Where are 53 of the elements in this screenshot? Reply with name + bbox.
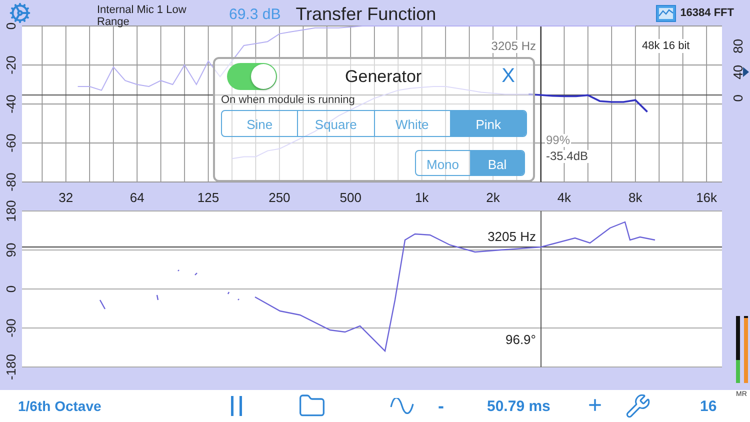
averages-count[interactable]: 16 bbox=[700, 398, 717, 414]
minus-button[interactable]: - bbox=[438, 396, 444, 416]
plus-button[interactable]: + bbox=[588, 392, 602, 420]
settings-icon[interactable] bbox=[625, 393, 651, 419]
y-axis-label: 40 bbox=[730, 64, 746, 80]
pause-icon[interactable] bbox=[230, 396, 243, 416]
fft-size[interactable]: 16384 FFT bbox=[680, 7, 734, 19]
y-axis-label: 0 bbox=[4, 22, 18, 30]
frequency-readout: 3205 Hz bbox=[486, 230, 537, 244]
y-axis-label: 180 bbox=[4, 200, 18, 222]
dialog-title: Generator bbox=[344, 66, 423, 86]
x-axis-label: 250 bbox=[268, 190, 290, 205]
x-axis-label: 500 bbox=[340, 190, 362, 205]
window-title: Transfer Function bbox=[296, 4, 436, 25]
y-axis-label: -40 bbox=[4, 94, 18, 114]
signal-segment[interactable]: Sine bbox=[222, 111, 298, 136]
marker-icon[interactable] bbox=[743, 67, 749, 77]
toggle-hint: On when module is running bbox=[221, 94, 356, 106]
format-label: 48k 16 bit bbox=[640, 39, 692, 53]
signal-segment[interactable]: Pink bbox=[450, 111, 526, 136]
coherence-readout: 99% bbox=[545, 134, 572, 147]
generator-toggle[interactable] bbox=[227, 63, 277, 90]
frequency-readout: 3205 Hz bbox=[490, 40, 537, 53]
y-axis-label: -60 bbox=[4, 134, 18, 152]
x-axis-label: 8k bbox=[628, 190, 642, 205]
signal-segment[interactable]: Square bbox=[297, 111, 374, 136]
level-readout: 69.3 dB bbox=[229, 6, 281, 23]
x-axis-label: 16k bbox=[696, 190, 718, 205]
y-axis-label: 90 bbox=[4, 242, 18, 258]
sine-wave-icon[interactable] bbox=[390, 398, 414, 414]
resolution-button[interactable]: 1/6th Octave bbox=[18, 398, 102, 414]
y-axis-label: -180 bbox=[4, 354, 18, 380]
channel-segment[interactable]: Mono bbox=[416, 150, 470, 176]
x-axis-label: 125 bbox=[197, 190, 220, 205]
y-axis-label: -80 bbox=[4, 172, 18, 192]
graph-icon[interactable] bbox=[656, 5, 676, 22]
x-axis-label: 32 bbox=[58, 190, 74, 205]
input-label[interactable]: Internal Mic 1 Low Range bbox=[97, 4, 209, 28]
y-axis-label: 80 bbox=[730, 38, 746, 54]
y-axis-label: -90 bbox=[4, 318, 18, 338]
y-axis-label: 0 bbox=[4, 285, 18, 293]
phase-readout: 96.9° bbox=[504, 333, 537, 347]
close-button[interactable]: X bbox=[490, 65, 527, 88]
y-axis-label: -20 bbox=[4, 56, 18, 74]
y-axis-label: 0 bbox=[730, 94, 746, 102]
x-axis-label: 2k bbox=[486, 190, 500, 205]
x-axis-label: 4k bbox=[557, 190, 572, 205]
x-axis-label: 64 bbox=[130, 190, 144, 205]
x-axis-label: 1k bbox=[414, 190, 429, 205]
window-length[interactable]: 50.79 ms bbox=[487, 398, 550, 414]
magnitude-readout: -35.4dB bbox=[545, 150, 590, 163]
settings-icon[interactable] bbox=[9, 2, 31, 24]
channel-segment[interactable]: Bal bbox=[470, 150, 524, 176]
